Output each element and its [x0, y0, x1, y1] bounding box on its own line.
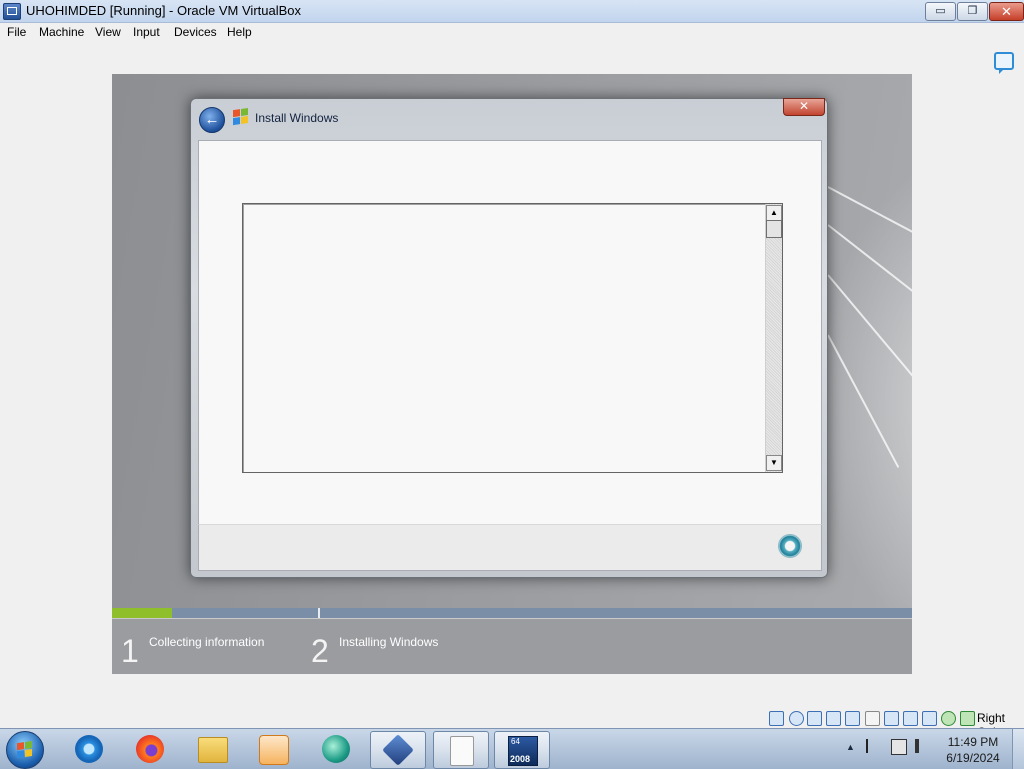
usb-icon[interactable]: [845, 711, 860, 726]
recording-icon[interactable]: [903, 711, 918, 726]
clock-date: 6/19/2024: [946, 751, 1000, 765]
chat-app-icon: [322, 735, 350, 763]
show-hidden-icons-chevron-icon[interactable]: ▲: [846, 742, 860, 756]
dialog-title: Install Windows: [255, 111, 339, 125]
taskbar-firefox[interactable]: [123, 731, 177, 767]
back-button[interactable]: ←: [199, 107, 225, 133]
taskbar: 64 2008 ▲ 11:49 PM 6/19/2024: [0, 728, 1024, 769]
menu-machine[interactable]: Machine: [39, 25, 84, 39]
shared-folders-icon[interactable]: [865, 711, 880, 726]
step-label: Installing Windows: [339, 635, 439, 649]
taskbar-file-explorer[interactable]: [185, 731, 239, 767]
virtualbox-app-icon[interactable]: [3, 3, 21, 20]
background-streak: [827, 224, 912, 306]
taskbar-virtualbox[interactable]: [370, 731, 426, 769]
window-title: UHOHIMDED [Running] - Oracle VM VirtualB…: [26, 3, 302, 18]
step-label: Collecting information: [149, 635, 265, 649]
menu-help[interactable]: Help: [227, 25, 252, 39]
step-number: 2: [311, 633, 329, 669]
taskbar-media-player[interactable]: [246, 731, 300, 767]
restore-icon: ❐: [967, 5, 978, 17]
os-badge-bottom: 2008: [510, 754, 531, 764]
network-icon[interactable]: [826, 711, 841, 726]
optical-drive-icon[interactable]: [789, 711, 804, 726]
scroll-thumb[interactable]: [766, 220, 782, 238]
scroll-up-button[interactable]: ▲: [766, 205, 782, 221]
windows-server-2008-icon: 64 2008: [508, 736, 538, 766]
audio-icon[interactable]: [807, 711, 822, 726]
os-badge-top: 64: [511, 737, 520, 746]
progress-separator: [318, 608, 320, 618]
close-button[interactable]: ✕: [989, 2, 1024, 21]
setup-steps: 1 Collecting information 2 Installing Wi…: [112, 618, 912, 674]
guest-additions-icon[interactable]: [941, 711, 956, 726]
background-streak: [827, 274, 912, 383]
notification-icon[interactable]: [994, 52, 1014, 74]
taskbar-windows-server-2008[interactable]: 64 2008: [494, 731, 550, 769]
menu-bar: File Machine View Input Devices Help: [0, 23, 1024, 41]
taskbar-chat-app[interactable]: [309, 731, 363, 767]
taskbar-disc-image[interactable]: [433, 731, 489, 769]
action-center-flag-icon[interactable]: [866, 739, 882, 753]
windows-logo-icon: [233, 108, 249, 126]
minimize-button[interactable]: ▭: [925, 2, 956, 21]
mouse-integration-icon[interactable]: [960, 711, 975, 726]
progress-fill: [112, 608, 172, 618]
volume-muted-icon[interactable]: [915, 739, 933, 753]
taskbar-clock[interactable]: 11:49 PM 6/19/2024: [940, 734, 1006, 766]
background-streak: [827, 334, 900, 468]
dialog-footer: [198, 524, 822, 571]
clock-time: 11:49 PM: [947, 735, 999, 749]
list-box[interactable]: ▲ ▼: [242, 203, 783, 473]
menu-input[interactable]: Input: [133, 25, 160, 39]
vertical-scrollbar[interactable]: ▲ ▼: [765, 204, 782, 472]
minimize-icon: ▭: [935, 5, 946, 17]
taskbar-internet-explorer[interactable]: [62, 731, 116, 767]
close-icon: ✕: [798, 99, 810, 113]
media-player-icon: [259, 735, 289, 765]
menu-file[interactable]: File: [7, 25, 26, 39]
hard-disk-icon[interactable]: [769, 711, 784, 726]
setup-progress-bar: [112, 608, 912, 618]
step-number: 1: [121, 633, 139, 669]
firefox-icon: [136, 735, 164, 763]
network-tray-icon[interactable]: [891, 739, 907, 755]
window-title-bar[interactable]: UHOHIMDED [Running] - Oracle VM VirtualB…: [0, 0, 1024, 23]
close-icon: ✕: [1001, 4, 1012, 19]
windows-logo-icon: [17, 741, 33, 759]
back-arrow-icon: ←: [204, 111, 220, 128]
display-icon[interactable]: [884, 711, 899, 726]
start-button[interactable]: [6, 731, 44, 769]
restore-button[interactable]: ❐: [957, 2, 988, 21]
vm-status-bar: Right Ctrl: [0, 708, 1024, 739]
scroll-down-button[interactable]: ▼: [766, 455, 782, 471]
disc-image-icon: [450, 736, 474, 766]
spinner-icon: [778, 534, 802, 558]
show-desktop-button[interactable]: [1012, 729, 1024, 769]
file-explorer-icon: [198, 737, 228, 763]
menu-devices[interactable]: Devices: [174, 25, 217, 39]
internet-explorer-icon: [75, 735, 103, 763]
dialog-content: ▲ ▼: [198, 140, 822, 525]
virtualbox-icon: [382, 734, 414, 766]
cpu-icon[interactable]: [922, 711, 937, 726]
vm-screen[interactable]: ✕ ← Install Windows ▲ ▼ 1 Collecting inf…: [112, 74, 912, 674]
menu-view[interactable]: View: [95, 25, 121, 39]
install-windows-dialog: ✕ ← Install Windows ▲ ▼: [190, 98, 828, 578]
dialog-close-button[interactable]: ✕: [783, 98, 825, 116]
